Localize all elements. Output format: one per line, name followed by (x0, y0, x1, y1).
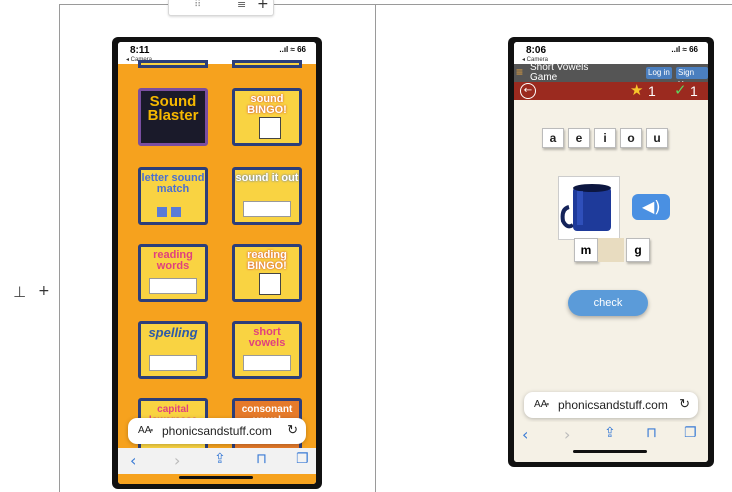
tile-title: letter sound match (141, 172, 205, 195)
word-letter-first: m (574, 238, 598, 262)
tabs-icon[interactable]: ❐ (684, 425, 697, 441)
vowel-tile-o[interactable]: o (620, 128, 642, 148)
bookmarks-icon[interactable]: ⊓ (646, 425, 657, 441)
tile-spelling[interactable]: spelling (138, 321, 208, 379)
signal-wifi-battery-icon: ..ıl ≈ 66 (671, 45, 698, 54)
game-title: Short Vowels Game (530, 62, 589, 83)
left-phone-screenshot: 8:11 ◂ Camera ..ıl ≈ 66 Sound Blaster so… (112, 37, 322, 489)
status-time: 8:06 (526, 45, 547, 56)
back-icon[interactable]: ‹ (130, 451, 136, 470)
reload-icon[interactable]: ↻ (287, 422, 298, 438)
safari-address-bar[interactable]: AA ▪ phonicsandstuff.com ↻ (524, 392, 698, 418)
letter-card-icon (157, 207, 167, 217)
reload-icon[interactable]: ↻ (679, 396, 690, 412)
vowel-boxes-icon (243, 355, 291, 371)
safari-toolbar: ‹ › ⇪ ⊓ ❐ (118, 448, 316, 474)
url-text[interactable]: phonicsandstuff.com (162, 424, 272, 438)
signal-wifi-battery-icon: ..ıl ≈ 66 (279, 45, 306, 54)
bingo-card-icon (259, 273, 281, 295)
home-indicator (179, 476, 253, 479)
speaker-icon: ◀) (642, 197, 661, 216)
left-phone-screen: 8:11 ◂ Camera ..ıl ≈ 66 Sound Blaster so… (118, 42, 316, 484)
table-drag-toolbar[interactable]: ⠿ ≡ + (168, 0, 274, 16)
bookmarks-icon[interactable]: ⊓ (256, 451, 267, 467)
back-icon[interactable]: ‹ (522, 425, 528, 444)
status-time: 8:11 (130, 45, 150, 56)
tile-sound-blaster[interactable]: Sound Blaster (138, 88, 208, 146)
tile-title: sound it out (235, 172, 299, 184)
url-text[interactable]: phonicsandstuff.com (558, 398, 668, 412)
tile-title: spelling (148, 325, 198, 340)
partial-tile-top-left (138, 60, 208, 68)
share-icon[interactable]: ⇪ (604, 425, 616, 441)
align-icon[interactable]: ≡ (237, 0, 246, 11)
check-count: 1 (690, 83, 698, 99)
tile-title: reading words (153, 249, 193, 272)
pin-icon[interactable]: ⊥ (13, 283, 26, 301)
vowel-tile-e[interactable]: e (568, 128, 590, 148)
signup-button[interactable]: Sign Up (676, 67, 708, 89)
word-letter-last: g (626, 238, 650, 262)
letter-card-icon (171, 207, 181, 217)
game-score-bar: ← ★ 1 ✓ 1 (514, 82, 708, 100)
vowel-tile-u[interactable]: u (646, 128, 668, 148)
forward-icon[interactable]: › (564, 425, 570, 444)
home-indicator (573, 450, 647, 453)
word-strip-icon (243, 201, 291, 217)
lock-icon: ▪ (546, 399, 550, 409)
share-icon[interactable]: ⇪ (214, 451, 226, 467)
pictures-strip-icon (149, 278, 197, 294)
vowel-tile-i[interactable]: i (594, 128, 616, 148)
add-column-button[interactable]: + (257, 0, 269, 12)
tile-title: Sound Blaster (147, 93, 199, 124)
word-blank-slot[interactable] (598, 238, 624, 262)
checkmark-icon: ✓ (674, 82, 687, 99)
site-header: ≡ Short Vowels Game Log in Sign Up (514, 62, 708, 89)
safari-toolbar: ‹ › ⇪ ⊓ ❐ (514, 422, 708, 448)
tile-reading-bingo[interactable]: reading BINGO! (232, 244, 302, 302)
table-column-divider (375, 4, 376, 492)
login-button[interactable]: Log in (646, 67, 672, 79)
add-row-button[interactable]: + (38, 283, 50, 299)
back-circle-icon[interactable]: ← (520, 83, 536, 99)
drag-handle-icon[interactable]: ⠿ (194, 0, 202, 10)
safari-address-bar[interactable]: AA ▪ phonicsandstuff.com ↻ (128, 418, 306, 444)
forward-icon[interactable]: › (174, 451, 180, 470)
tile-sound-bingo[interactable]: sound BINGO! (232, 88, 302, 146)
right-phone-screen: 8:06 ◂ Camera ..ıl ≈ 66 ≡ Short Vowels G… (514, 42, 708, 462)
tile-letter-sound-match[interactable]: letter sound match (138, 167, 208, 225)
tabs-icon[interactable]: ❐ (296, 451, 309, 467)
hamburger-menu-icon[interactable]: ≡ (516, 65, 523, 79)
tile-sound-it-out[interactable]: sound it out (232, 167, 302, 225)
vowel-tile-a[interactable]: a (542, 128, 564, 148)
picture-card (558, 176, 620, 240)
spelling-boxes-icon (149, 355, 197, 371)
table-top-border (59, 4, 732, 5)
play-sound-button[interactable]: ◀) (632, 194, 670, 220)
right-phone-screenshot: 8:06 ◂ Camera ..ıl ≈ 66 ≡ Short Vowels G… (508, 37, 714, 467)
tile-title: short vowels (248, 326, 286, 349)
lock-icon: ▪ (150, 425, 154, 435)
tile-short-vowels[interactable]: short vowels (232, 321, 302, 379)
tile-reading-words[interactable]: reading words (138, 244, 208, 302)
status-bar: 8:06 ◂ Camera ..ıl ≈ 66 (514, 42, 708, 64)
star-count: 1 (648, 83, 656, 99)
partial-tile-top-right (232, 60, 302, 68)
bingo-card-icon (259, 117, 281, 139)
mug-image (560, 184, 611, 231)
table-left-border (59, 4, 60, 492)
check-button[interactable]: check (568, 290, 648, 316)
star-icon: ★ (630, 82, 644, 99)
tile-title: reading BINGO! (247, 249, 287, 272)
tile-title: sound BINGO! (247, 93, 287, 116)
